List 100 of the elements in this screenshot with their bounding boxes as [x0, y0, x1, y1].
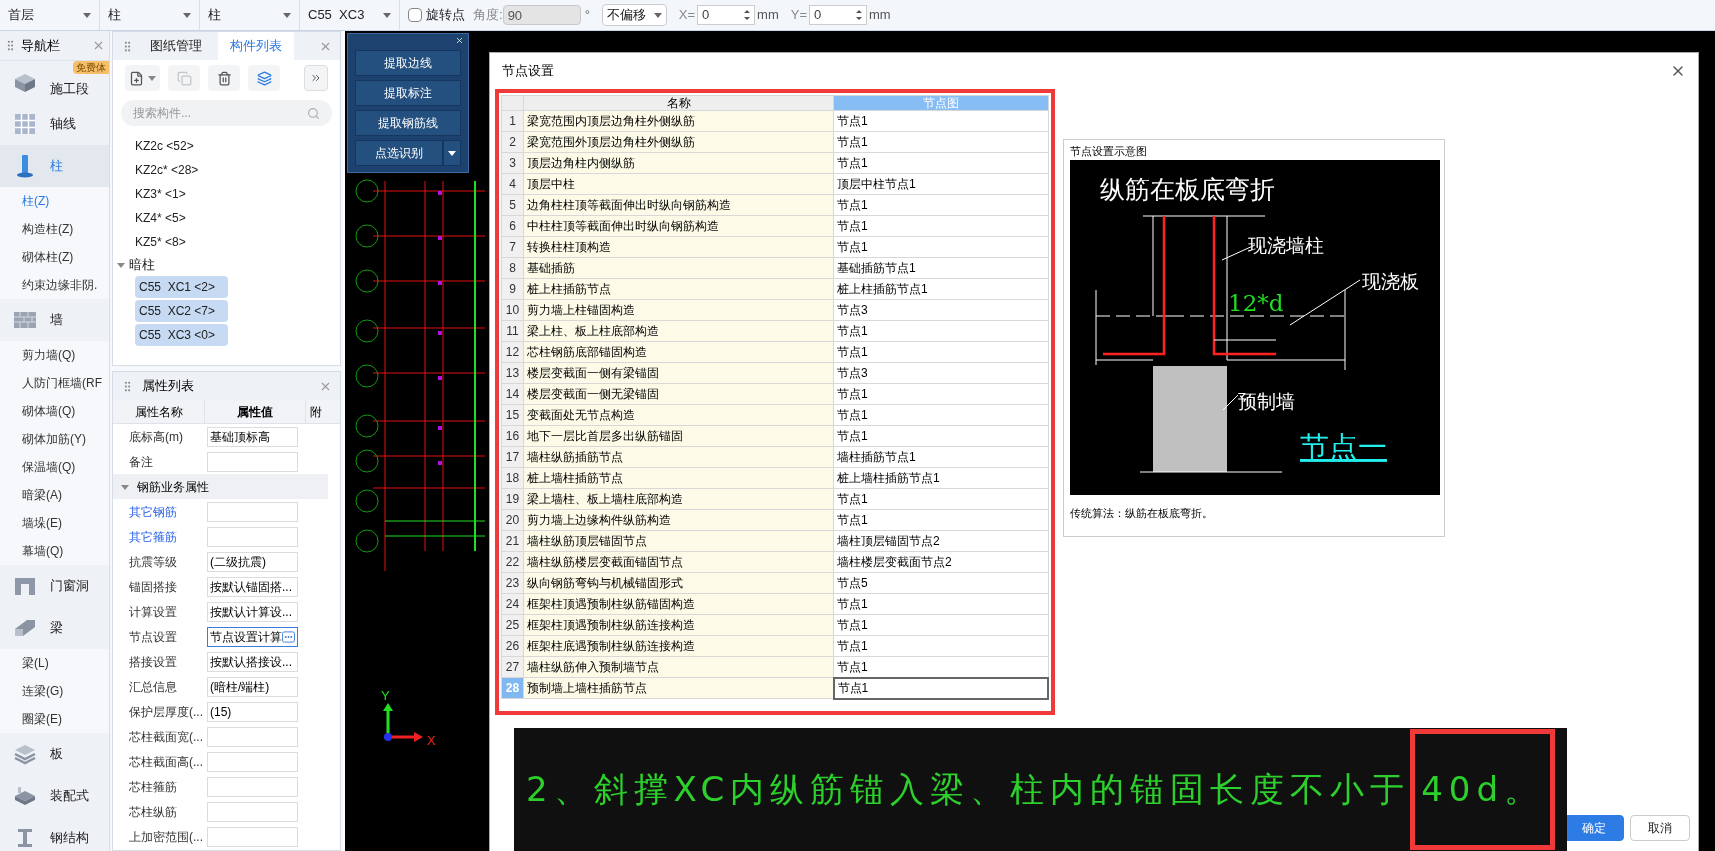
dialog-button[interactable]: 确定: [1564, 815, 1624, 841]
component-item[interactable]: C55 XC2 <7>: [135, 300, 228, 322]
nav-item[interactable]: 幕墙(Q): [0, 537, 109, 565]
table-cell[interactable]: 节点1: [833, 341, 1048, 363]
nav-category[interactable]: 柱: [0, 145, 109, 187]
row-number[interactable]: 16: [501, 425, 524, 447]
property-value-field[interactable]: (15): [207, 701, 298, 722]
table-cell[interactable]: 节点1: [833, 110, 1048, 132]
nav-category[interactable]: 梁: [0, 607, 109, 649]
property-value-field[interactable]: (暗柱/端柱): [207, 676, 298, 697]
table-cell[interactable]: 节点1: [833, 194, 1048, 216]
component-item[interactable]: KZ2c <52>: [125, 134, 340, 158]
row-number[interactable]: 19: [501, 488, 524, 510]
row-number[interactable]: 26: [501, 635, 524, 657]
row-number[interactable]: 13: [501, 362, 524, 384]
row-number[interactable]: 12: [501, 341, 524, 363]
table-cell[interactable]: 节点1: [833, 152, 1048, 174]
panel-tab[interactable]: 图纸管理: [138, 32, 214, 60]
nav-category[interactable]: 墙: [0, 299, 109, 341]
property-value-field[interactable]: [207, 726, 298, 747]
nav-item[interactable]: 柱(Z): [0, 187, 109, 215]
row-number[interactable]: 3: [501, 152, 524, 174]
table-cell[interactable]: 基础插筋节点1: [833, 257, 1048, 279]
toolbox-button[interactable]: 点选识别: [355, 140, 443, 166]
row-number[interactable]: 5: [501, 194, 524, 216]
table-cell[interactable]: 顶层中柱节点1: [833, 173, 1048, 195]
nav-category[interactable]: 板: [0, 733, 109, 775]
nav-item[interactable]: 约束边缘非阴.: [0, 271, 109, 299]
nav-item[interactable]: 剪力墙(Q): [0, 341, 109, 369]
nav-item[interactable]: 人防门框墙(RF: [0, 369, 109, 397]
property-value-field[interactable]: [207, 826, 298, 847]
row-number[interactable]: 25: [501, 614, 524, 636]
expand-caret-icon[interactable]: [117, 261, 125, 269]
table-cell[interactable]: 节点1: [833, 404, 1048, 426]
table-cell[interactable]: 节点1: [833, 635, 1048, 657]
property-value-field[interactable]: [207, 501, 298, 522]
row-number[interactable]: 2: [501, 131, 524, 153]
table-cell[interactable]: 节点1: [833, 131, 1048, 153]
table-cell[interactable]: 墙柱顶层锚固节点2: [833, 530, 1048, 552]
nav-item[interactable]: 砌体柱(Z): [0, 243, 109, 271]
row-number[interactable]: 7: [501, 236, 524, 258]
nav-item[interactable]: 砌体墙(Q): [0, 397, 109, 425]
row-number[interactable]: 4: [501, 173, 524, 195]
property-value-field[interactable]: [207, 801, 298, 822]
property-value-field[interactable]: [207, 451, 298, 472]
new-button[interactable]: [125, 65, 160, 91]
table-cell[interactable]: 节点1: [833, 593, 1048, 615]
component-item[interactable]: KZ5* <8>: [125, 230, 340, 254]
row-number[interactable]: 14: [501, 383, 524, 405]
nav-item[interactable]: 构造柱(Z): [0, 215, 109, 243]
property-value-field[interactable]: 按默认锚固搭...: [207, 576, 298, 597]
row-number[interactable]: 24: [501, 593, 524, 615]
table-cell[interactable]: 墙柱插筋节点1: [833, 446, 1048, 468]
row-number[interactable]: 15: [501, 404, 524, 426]
table-cell[interactable]: 桩上墙柱插筋节点1: [833, 467, 1048, 489]
checkbox[interactable]: [408, 8, 422, 22]
nav-category[interactable]: 门窗洞: [0, 565, 109, 607]
table-cell[interactable]: 节点1: [833, 383, 1048, 405]
row-number[interactable]: 27: [501, 656, 524, 678]
expand-caret-icon[interactable]: [121, 482, 129, 491]
panel-tab[interactable]: 构件列表: [218, 32, 294, 60]
nav-item[interactable]: 暗梁(A): [0, 481, 109, 509]
nav-item[interactable]: 砌体加筋(Y): [0, 425, 109, 453]
nav-item[interactable]: 梁(L): [0, 649, 109, 677]
nav-category[interactable]: 装配式: [0, 775, 109, 817]
table-cell[interactable]: 节点1: [833, 509, 1048, 531]
property-value-field[interactable]: [207, 776, 298, 797]
nav-item[interactable]: 连梁(G): [0, 677, 109, 705]
coordinate-field[interactable]: 0: [809, 5, 868, 25]
nav-category[interactable]: 钢结构: [0, 817, 109, 851]
toolbox-button[interactable]: 提取标注: [355, 80, 461, 106]
nav-category[interactable]: 免费体 施工段: [0, 61, 109, 103]
component-item[interactable]: KZ2c* <28>: [125, 158, 340, 182]
nav-item[interactable]: 保温墙(Q): [0, 453, 109, 481]
delete-button[interactable]: [208, 65, 240, 91]
row-number[interactable]: 1: [501, 110, 524, 132]
nav-category[interactable]: 轴线: [0, 103, 109, 145]
row-number[interactable]: 20: [501, 509, 524, 531]
component-item[interactable]: C55 XC1 <2>: [135, 276, 228, 298]
table-cell[interactable]: 节点1: [833, 677, 1048, 699]
table-cell[interactable]: 节点1: [833, 236, 1048, 258]
toolbox-button[interactable]: 提取钢筋线: [355, 110, 461, 136]
dropdown[interactable]: 首层: [0, 0, 100, 30]
table-cell[interactable]: 墙柱楼层变截面节点2: [833, 551, 1048, 573]
property-value-field[interactable]: (二级抗震): [207, 551, 298, 572]
property-value-field[interactable]: 节点设置计算: [207, 626, 298, 647]
dialog-button[interactable]: 取消: [1630, 815, 1690, 841]
nav-item[interactable]: 墙垛(E): [0, 509, 109, 537]
component-item[interactable]: KZ4* <5>: [125, 206, 340, 230]
more-button[interactable]: [304, 65, 328, 91]
row-number[interactable]: 18: [501, 467, 524, 489]
property-value-field[interactable]: [207, 751, 298, 772]
row-number[interactable]: 6: [501, 215, 524, 237]
row-number[interactable]: 8: [501, 257, 524, 279]
row-number[interactable]: 9: [501, 278, 524, 300]
table-cell[interactable]: 节点1: [833, 215, 1048, 237]
dropdown[interactable]: 柱: [100, 0, 200, 30]
coordinate-field[interactable]: 0: [697, 5, 756, 25]
row-number[interactable]: 23: [501, 572, 524, 594]
offset-dropdown[interactable]: 不偏移: [601, 4, 667, 26]
